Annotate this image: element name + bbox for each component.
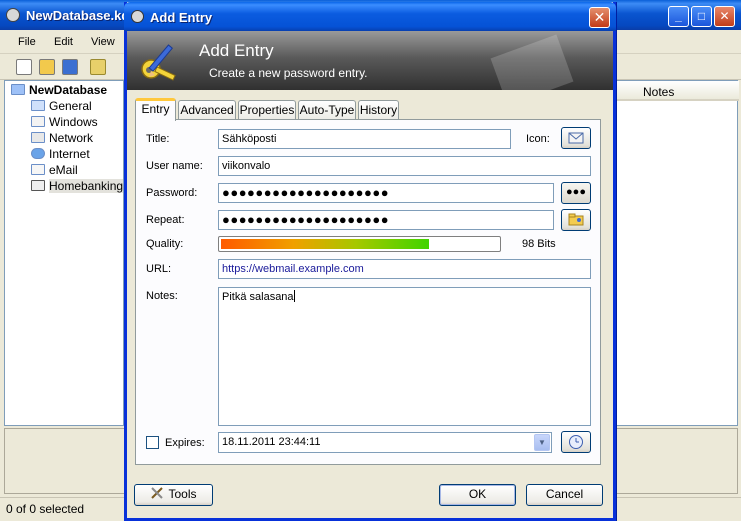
status-text: 0 of 0 selected xyxy=(6,502,85,516)
url-input[interactable]: https://webmail.example.com xyxy=(218,259,591,279)
password-quality-bar xyxy=(218,236,501,252)
show-password-button[interactable]: ●●● xyxy=(561,182,591,204)
dialog-banner: Add Entry Create a new password entry. xyxy=(127,31,613,90)
keepass-lock-icon xyxy=(6,8,20,22)
tools-label: Tools xyxy=(168,487,197,501)
banner-subtitle: Create a new password entry. xyxy=(209,66,368,80)
notes-label: Notes: xyxy=(146,290,178,302)
expires-label: Expires: xyxy=(165,437,205,449)
expires-checkbox[interactable] xyxy=(146,436,159,449)
clock-icon xyxy=(569,435,583,449)
new-file-icon[interactable] xyxy=(16,59,32,75)
percent-icon xyxy=(31,180,45,191)
expiry-presets-button[interactable] xyxy=(561,431,591,453)
password-generator-button[interactable] xyxy=(561,209,591,231)
tree-item-newdatabase[interactable]: NewDatabase xyxy=(11,83,107,99)
title-label: Title: xyxy=(146,133,170,145)
username-label: User name: xyxy=(146,160,203,172)
folder-key-icon xyxy=(568,213,584,226)
tools-button[interactable]: Tools xyxy=(134,484,213,506)
tree-item-homebanking[interactable]: Homebanking xyxy=(31,179,124,195)
add-entry-key-icon[interactable] xyxy=(90,59,106,75)
column-notes[interactable]: Notes xyxy=(643,85,674,99)
menu-view[interactable]: View xyxy=(91,36,115,48)
dialog-title-bar: Add Entry ✕ xyxy=(124,2,616,31)
tree-item-email[interactable]: eMail xyxy=(31,163,78,179)
password-input[interactable]: ●●●●●●●●●●●●●●●●●●●● xyxy=(218,183,554,203)
text-caret xyxy=(293,290,295,302)
tools-icon xyxy=(151,487,164,499)
repeat-label: Repeat: xyxy=(146,214,185,226)
dialog-title: Add Entry xyxy=(150,10,213,25)
tab-advanced[interactable]: Advanced xyxy=(178,100,236,120)
username-input[interactable]: viikonvalo xyxy=(218,156,591,176)
minimize-icon[interactable]: _ xyxy=(668,6,689,27)
keepass-lock-icon xyxy=(131,10,144,23)
expires-value: 18.11.2011 23:44:11 xyxy=(222,436,321,448)
icon-label: Icon: xyxy=(526,133,550,145)
envelope-icon xyxy=(568,132,584,144)
password-label: Password: xyxy=(146,187,198,199)
quality-fill xyxy=(221,239,429,249)
database-icon xyxy=(11,84,25,95)
list-header: Notes xyxy=(615,81,739,101)
tab-entry[interactable]: Entry xyxy=(135,98,176,121)
notes-textarea[interactable]: Pitkä salasana xyxy=(218,287,591,426)
quality-label: Quality: xyxy=(146,238,184,250)
main-close-icon[interactable]: ✕ xyxy=(714,6,735,27)
tree-item-windows[interactable]: Windows xyxy=(31,115,98,131)
entry-list[interactable]: Notes xyxy=(614,80,739,426)
open-folder-icon[interactable] xyxy=(39,59,55,75)
dialog-close-icon[interactable]: ✕ xyxy=(589,7,610,28)
tree-item-network[interactable]: Network xyxy=(31,131,93,147)
banner-title: Add Entry xyxy=(199,41,274,60)
menu-file[interactable]: File xyxy=(18,36,36,48)
repeat-password-input[interactable]: ●●●●●●●●●●●●●●●●●●●● xyxy=(218,210,554,230)
folder-icon xyxy=(31,100,45,111)
icon-picker-button[interactable] xyxy=(561,127,591,149)
group-tree[interactable]: NewDatabase General Windows Network Inte… xyxy=(4,80,124,426)
banner-watermark-icon xyxy=(490,34,574,90)
chevron-down-icon[interactable]: ▼ xyxy=(534,434,550,451)
tab-history[interactable]: History xyxy=(358,100,399,120)
tab-properties[interactable]: Properties xyxy=(238,100,296,120)
envelope-icon xyxy=(31,164,45,175)
globe-icon xyxy=(31,148,45,159)
quality-bits: 98 Bits xyxy=(522,238,556,250)
windows-icon xyxy=(31,116,45,127)
expires-datetime-picker[interactable]: 18.11.2011 23:44:11 ▼ xyxy=(218,432,552,453)
tree-item-general[interactable]: General xyxy=(31,99,92,115)
maximize-icon[interactable]: □ xyxy=(691,6,712,27)
save-icon[interactable] xyxy=(62,59,78,75)
key-pen-icon xyxy=(141,44,176,81)
tab-auto-type[interactable]: Auto-Type xyxy=(298,100,356,120)
tree-item-internet[interactable]: Internet xyxy=(31,147,90,163)
cancel-button[interactable]: Cancel xyxy=(526,484,603,506)
ok-button[interactable]: OK xyxy=(439,484,516,506)
network-icon xyxy=(31,132,45,143)
notes-text: Pitkä salasana xyxy=(222,291,294,303)
title-input[interactable]: Sähköposti xyxy=(218,129,511,149)
menu-edit[interactable]: Edit xyxy=(54,36,73,48)
url-label: URL: xyxy=(146,263,172,275)
